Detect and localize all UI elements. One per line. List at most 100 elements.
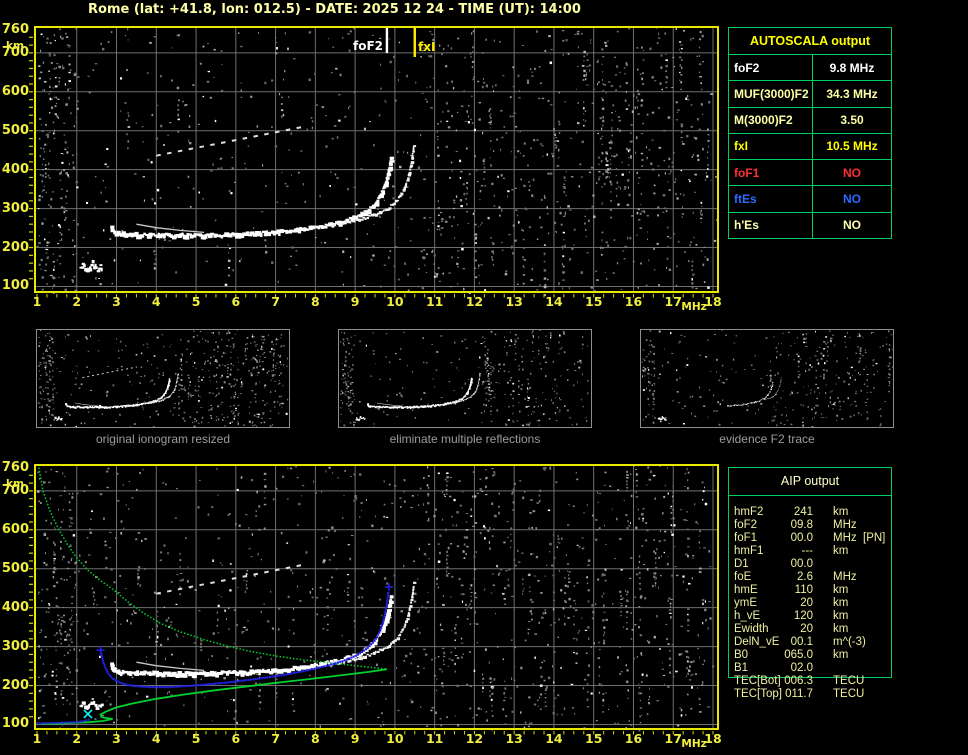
aip-table-title: AIP output <box>780 474 840 488</box>
y-axis-label-500: 500 <box>1 122 29 138</box>
aip-param-unit: TECU <box>833 675 865 687</box>
aip-param-value: 20 <box>800 623 813 635</box>
aip-param-value: 00.0 <box>790 558 813 570</box>
x-axis-label-15: 15 <box>585 294 603 309</box>
aip-param-unit: km <box>833 584 849 596</box>
autoscala-row-foF2: foF2 9.8 MHz <box>729 55 891 82</box>
y-axis-label-400: 400 <box>1 599 29 615</box>
autoscala-row-fxI: fxI 10.5 MHz <box>729 133 891 161</box>
x-axis-label-10: 10 <box>386 731 404 746</box>
x-axis-label-12: 12 <box>465 294 484 309</box>
aip-param-unit: TECU <box>833 688 865 700</box>
aip-param-label: B1 <box>734 662 749 674</box>
aip-param-value: 20 <box>800 597 813 609</box>
autoscala-table-title: AUTOSCALA output <box>729 28 891 55</box>
x-axis-label-6: 6 <box>231 731 241 746</box>
aip-param-unit: km <box>833 597 849 609</box>
x-axis-label-4: 4 <box>151 294 161 309</box>
x-axis-label-14: 14 <box>545 731 563 746</box>
x-axis-label-16: 16 <box>624 731 643 746</box>
autoscala-param-value: NO <box>843 192 861 207</box>
y-axis-label-300: 300 <box>1 638 29 654</box>
x-axis-unit: MHz <box>681 738 707 750</box>
autoscala-param-value: NO <box>843 165 861 180</box>
y-axis-label-500: 500 <box>1 560 29 576</box>
x-axis-label-9: 9 <box>350 731 360 746</box>
autoscala-param-label: foF2 <box>729 55 813 81</box>
y-axis-label-200: 200 <box>1 239 29 255</box>
x-axis-label-4: 4 <box>151 731 161 746</box>
aip-param-value: 2.6 <box>797 571 813 583</box>
thumbnail-caption-original: original ionogram resized <box>95 432 231 446</box>
y-axis-unit: km <box>6 477 24 490</box>
aip-param-unit: km <box>833 610 849 622</box>
aip-param-value: 006.3 <box>784 675 813 687</box>
thumbnail-eliminate-svg <box>340 330 589 443</box>
aip-param-value: 02.0 <box>790 662 813 674</box>
x-axis-label-7: 7 <box>271 731 280 746</box>
x-axis-label-11: 11 <box>425 294 444 309</box>
ionogram-top-svg <box>29 26 719 298</box>
aip-param-unit: km <box>833 649 849 661</box>
x-axis-label-2: 2 <box>72 731 82 746</box>
x-axis-label-9: 9 <box>350 294 360 309</box>
aip-param-unit: m^(-3) <box>833 636 866 648</box>
aip-param-value: 120 <box>793 610 813 622</box>
thumbnail-caption-eliminate: eliminate multiple reflections <box>389 432 541 446</box>
aip-param-value: 00.0 <box>790 532 813 544</box>
fxI-marker-label: fxI <box>418 40 436 54</box>
y-axis-label-760: 760 <box>1 21 29 37</box>
x-axis-label-5: 5 <box>191 294 201 309</box>
autoscala-output-table: AUTOSCALA output foF2 9.8 MHz MUF(3000)F2 3… <box>728 27 892 239</box>
x-axis-label-2: 2 <box>72 294 82 309</box>
aip-param-value: 110 <box>794 584 813 596</box>
autoscala-param-label: foF1 <box>729 160 813 186</box>
aip-param-value: 09.8 <box>790 519 813 531</box>
aip-param-value: 011.7 <box>785 688 813 700</box>
autoscala-param-label: ftEs <box>729 186 813 212</box>
x-axis-label-1: 1 <box>32 731 42 746</box>
y-axis-label-200: 200 <box>1 677 29 693</box>
x-axis-unit: MHz <box>681 301 707 313</box>
y-axis-label-100: 100 <box>1 278 29 294</box>
y-axis-label-600: 600 <box>1 83 29 99</box>
x-axis-label-12: 12 <box>465 731 484 746</box>
y-axis-label-100: 100 <box>1 716 29 732</box>
x-axis-label-1: 1 <box>32 294 42 309</box>
x-axis-label-14: 14 <box>545 294 563 309</box>
thumbnail-evidence-svg <box>641 330 894 429</box>
x-axis-label-10: 10 <box>386 294 404 309</box>
thumbnail-original-svg <box>37 330 289 429</box>
aip-param-value: 00.1 <box>790 636 813 648</box>
y-axis-label-760: 760 <box>1 459 29 475</box>
ionogram-bottom-svg <box>29 464 719 735</box>
aip-param-value: 065.0 <box>784 649 813 661</box>
aip-header-divider <box>729 495 891 496</box>
x-axis-label-3: 3 <box>112 294 121 309</box>
thumbnail-evidence-f2 <box>640 329 894 429</box>
autoscala-row-foF1: foF1 NO <box>729 160 891 187</box>
autoscala-param-value: 3.50 <box>840 113 864 128</box>
aip-param-label: B0 <box>734 649 749 661</box>
thumbnail-original-ionogram <box>36 329 290 429</box>
autoscala-window: Rome (lat: +41.8, lon: 012.5) - DATE: 20… <box>0 0 968 755</box>
aip-param-value: 241 <box>793 506 813 518</box>
autoscala-param-label: MUF(3000)F2 <box>729 81 813 107</box>
aip-param-value: --- <box>801 545 814 557</box>
thumbnail-caption-evidence: evidence F2 trace <box>719 432 815 446</box>
autoscala-row-MUF(3000)F2: MUF(3000)F2 34.3 MHz <box>729 81 891 108</box>
station-title: Rome (lat: +41.8, lon: 012.5) - DATE: 20… <box>88 2 581 17</box>
autoscala-row-ftEs: ftEs NO <box>729 186 891 213</box>
x-axis-label-11: 11 <box>425 731 444 746</box>
x-axis-label-3: 3 <box>112 731 121 746</box>
autoscala-param-value: 34.3 MHz <box>826 86 878 101</box>
thumbnail-eliminate-reflections <box>338 329 592 443</box>
autoscala-param-value: 9.8 MHz <box>829 60 875 75</box>
autoscala-param-value: NO <box>843 218 861 233</box>
x-axis-label-8: 8 <box>310 731 320 746</box>
x-axis-label-6: 6 <box>231 294 241 309</box>
x-axis-label-7: 7 <box>271 294 280 309</box>
autoscala-param-value: 10.5 MHz <box>826 139 878 154</box>
y-axis-label-600: 600 <box>1 521 29 537</box>
aip-param-unit: km <box>833 506 849 518</box>
